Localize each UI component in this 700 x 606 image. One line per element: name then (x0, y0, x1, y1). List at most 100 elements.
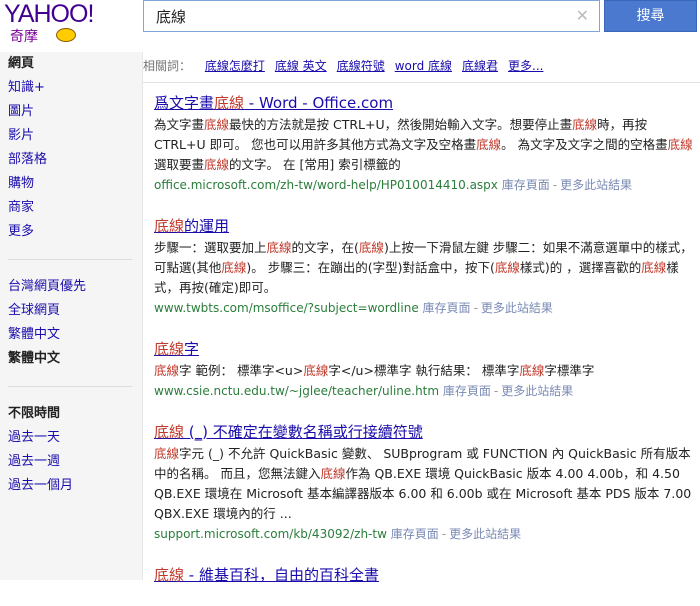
sidebar-item[interactable]: 過去一天 (0, 426, 142, 450)
text-fragment: 字 (184, 340, 200, 358)
cached-page-link[interactable]: 庫存頁面 (502, 178, 550, 192)
result-snippet: 底線字元 (_) 不允許 QuickBasic 變數、 SUBprogram 或… (154, 444, 694, 524)
cached-page-link[interactable]: 庫存頁面 (423, 301, 471, 315)
text-fragment: - Word - Office.com (244, 94, 394, 112)
text-fragment: 的運用 (184, 217, 230, 235)
meta-separator: - (493, 384, 499, 398)
cached-page-link[interactable]: 庫存頁面 (391, 527, 439, 541)
sidebar-item[interactable]: 繁體中文 (0, 323, 142, 347)
highlight-term: 底線 (154, 340, 185, 358)
search-result: 底線的運用 步驟一：選取要加上底線的文字，在(底線)上按一下滑鼠左鍵 步驟二：如果… (154, 216, 694, 318)
sidebar-item[interactable]: 全球網頁 (0, 299, 142, 323)
text-fragment: - 維基百科，自由的百科全書 (184, 566, 379, 584)
cached-page-link[interactable]: 庫存頁面 (443, 384, 491, 398)
highlight-term: 底線 (494, 260, 520, 275)
result-title[interactable]: 底線 - 維基百科，自由的百科全書 (154, 565, 694, 585)
meta-separator: - (552, 178, 558, 192)
more-from-site-link[interactable]: 更多此站結果 (501, 384, 573, 398)
sidebar-item[interactable]: 過去一週 (0, 450, 142, 474)
sidebar-item: 不限時間 (8, 406, 61, 421)
result-title[interactable]: 底線 (_) 不確定在變數名稱或行接續符號 (154, 422, 694, 442)
highlight-term: 底線 (221, 260, 247, 275)
highlight-term: 底線 (204, 157, 230, 172)
top-bar: YAHOO! 奇摩 ✕ 搜尋 (0, 0, 700, 46)
text-fragment: 的文字，在( (291, 240, 359, 255)
result-url: www.twbts.com/msoffice/?subject=wordline (154, 301, 419, 315)
related-link[interactable]: 底線君 (462, 59, 498, 73)
highlight-term: 底線 (266, 240, 292, 255)
text-fragment: 選取要畫 (154, 157, 205, 172)
highlight-term: 底線 (572, 117, 598, 132)
result-title[interactable]: 底線的運用 (154, 216, 694, 236)
result-meta: www.twbts.com/msoffice/?subject=wordline… (154, 298, 694, 318)
text-fragment: 樣式)的 ，選擇喜歡的 (519, 260, 642, 275)
result-meta: support.microsoft.com/kb/43092/zh-tw 庫存頁… (154, 524, 694, 544)
sidebar: 網頁 知識+ 圖片 影片 部落格 購物 商家 更多 台灣網頁優先 全球網頁 繁體中文 繁體中文 不限時間… (0, 52, 143, 580)
highlight-term: 底線 (303, 363, 329, 378)
more-from-site-link[interactable]: 更多此站結果 (481, 301, 553, 315)
meta-separator: - (441, 527, 447, 541)
search-button[interactable]: 搜尋 (604, 0, 697, 32)
logo-text: YAHOO! (4, 0, 94, 28)
search-box: ✕ (143, 0, 600, 32)
text-fragment: 的文字。 在 [常用] 索引標籤的 (229, 157, 401, 172)
highlight-term: 底線 (476, 137, 502, 152)
text-fragment: 。 為文字及文字之間的空格畫 (501, 137, 668, 152)
related-link[interactable]: 更多... (508, 59, 543, 73)
text-fragment: 爲文字畫 (154, 94, 215, 112)
highlight-term: 底線 (519, 363, 545, 378)
more-from-site-link[interactable]: 更多此站結果 (560, 178, 632, 192)
text-fragment: 字</u>標準字 執行結果： 標準字 (328, 363, 520, 378)
yahoo-logo[interactable]: YAHOO! 奇摩 (4, 0, 104, 46)
sidebar-item[interactable]: 圖片 (0, 100, 142, 124)
sidebar-item[interactable]: 購物 (0, 172, 142, 196)
result-snippet: 為文字畫底線最快的方法就是按 CTRL+U，然後開始輸入文字。想要停止畫底線時，… (154, 115, 694, 175)
text-fragment: 步驟一：選取要加上 (154, 240, 267, 255)
divider (143, 82, 700, 83)
result-title[interactable]: 爲文字畫底線 - Word - Office.com (154, 93, 694, 113)
text-fragment: 字標準字 (544, 363, 595, 378)
sidebar-divider (8, 259, 132, 260)
highlight-term: 底線 (154, 363, 180, 378)
logo-sub: 奇摩 (10, 29, 38, 45)
sidebar-item: 網頁 (8, 56, 35, 71)
highlight-term: 底線 (641, 260, 667, 275)
highlight-term: 底線 (154, 423, 185, 441)
highlight-term: 底線 (154, 217, 185, 235)
related-link[interactable]: 底線怎麼打 (205, 59, 265, 73)
sidebar-item[interactable]: 台灣網頁優先 (0, 275, 142, 299)
highlight-term: 底線 (667, 137, 693, 152)
search-result: 爲文字畫底線 - Word - Office.com 為文字畫底線最快的方法就是按… (154, 93, 694, 195)
highlight-term: 底線 (320, 466, 346, 481)
highlight-term: 底線 (154, 446, 180, 461)
result-url: www.csie.nctu.edu.tw/~jglee/teacher/ulin… (154, 384, 440, 398)
text-fragment: )。 步驟三：在蹦出的(字型)對話盒中，按下( (246, 260, 495, 275)
highlight-term: 底線 (214, 94, 245, 112)
sidebar-item[interactable]: 影片 (0, 124, 142, 148)
result-snippet: 底線字 範例： 標準字<u>底線字</u>標準字 執行結果： 標準字底線字標準字 (154, 361, 694, 381)
sidebar-divider (8, 386, 132, 387)
sidebar-item[interactable]: 更多 (0, 220, 142, 244)
sidebar-item[interactable]: 知識+ (0, 76, 142, 100)
result-url: support.microsoft.com/kb/43092/zh-tw (154, 527, 387, 541)
related-label: 相關詞： (143, 59, 192, 73)
related-link[interactable]: 底線 英文 (275, 59, 327, 73)
search-input[interactable] (144, 1, 576, 31)
text-fragment: 為文字畫 (154, 117, 205, 132)
clear-icon[interactable]: ✕ (576, 6, 589, 25)
sidebar-item: 繁體中文 (8, 351, 61, 366)
text-fragment: (_) 不確定在變數名稱或行接續符號 (184, 423, 423, 441)
highlight-term: 底線 (154, 566, 185, 584)
result-title[interactable]: 底線字 (154, 339, 694, 359)
result-meta: office.microsoft.com/zh-tw/word-help/HP0… (154, 175, 694, 195)
sidebar-item[interactable]: 過去一個月 (0, 474, 142, 498)
more-from-site-link[interactable]: 更多此站結果 (449, 527, 521, 541)
text-fragment: 最快的方法就是按 CTRL+U，然後開始輸入文字。想要停止畫 (229, 117, 573, 132)
highlight-term: 底線 (204, 117, 230, 132)
sidebar-item[interactable]: 部落格 (0, 148, 142, 172)
related-link[interactable]: 底線符號 (337, 59, 385, 73)
text-fragment: 字 範例： 標準字<u> (179, 363, 304, 378)
search-result: 底線字 底線字 範例： 標準字<u>底線字</u>標準字 執行結果： 標準字底線字… (154, 339, 694, 401)
related-link[interactable]: word 底線 (395, 59, 452, 73)
sidebar-item[interactable]: 商家 (0, 196, 142, 220)
